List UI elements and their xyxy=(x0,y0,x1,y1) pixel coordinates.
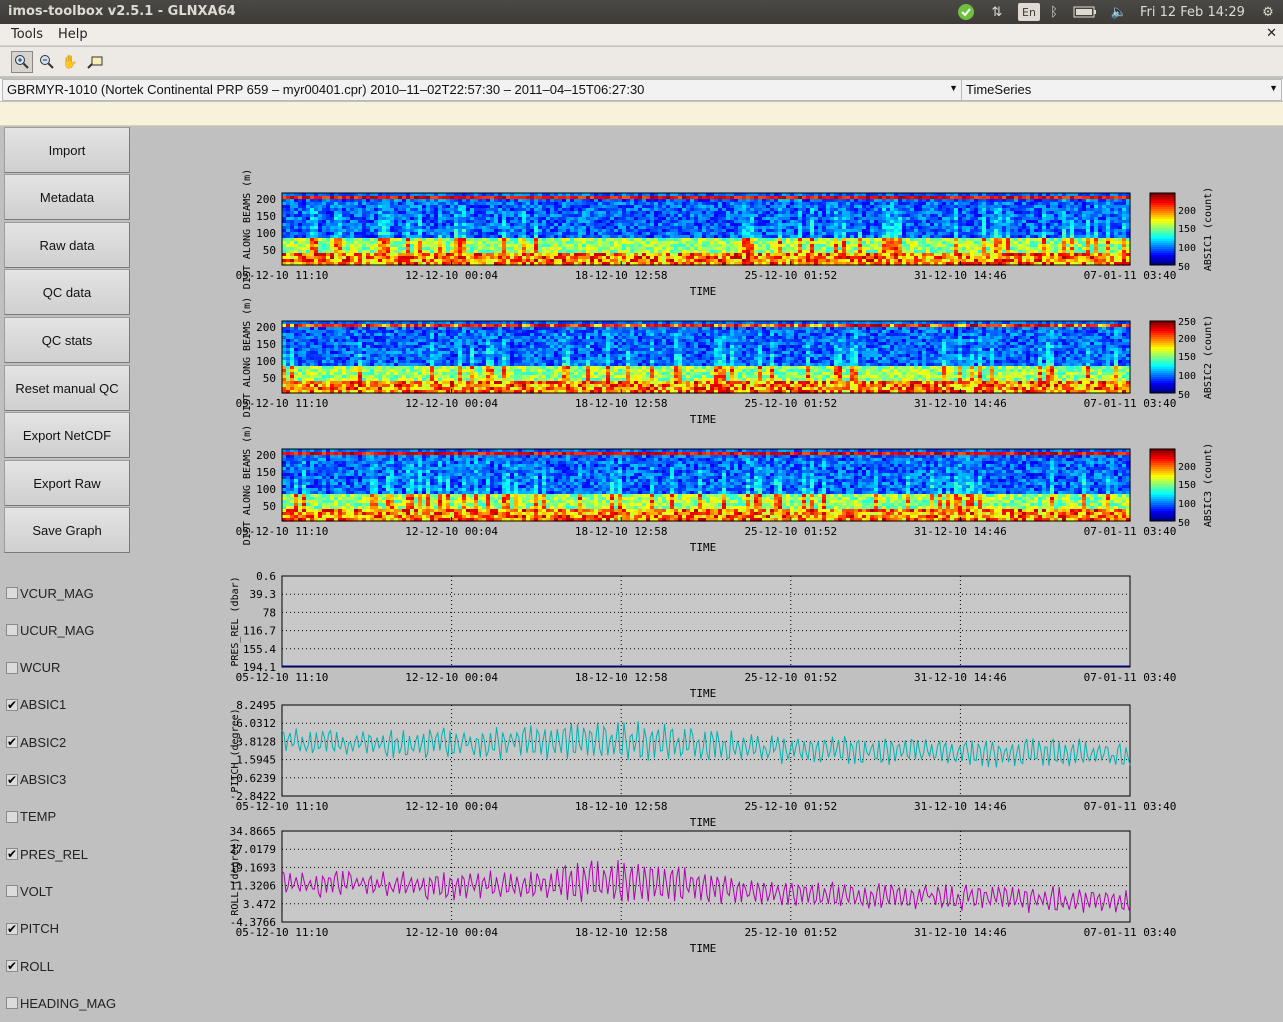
close-icon[interactable]: ✕ xyxy=(1266,26,1277,41)
zoom-in-icon[interactable] xyxy=(11,51,33,73)
update-ok-icon[interactable] xyxy=(955,3,977,21)
dataset-select-value: GBRMYR-1010 (Nortek Continental PRP 659 … xyxy=(7,82,645,97)
title-bar: imos-toolbox v2.5.1 - GLNXA64 ⇅ En ᛒ 🔈 F… xyxy=(0,0,1283,24)
mode-select[interactable]: TimeSeries ▼ xyxy=(961,79,1282,101)
keyboard-language-indicator[interactable]: En xyxy=(1018,3,1040,21)
window-title: imos-toolbox v2.5.1 - GLNXA64 xyxy=(8,4,236,19)
volume-icon[interactable]: 🔈 xyxy=(1108,3,1130,21)
chevron-down-icon: ▼ xyxy=(1269,83,1278,93)
bluetooth-icon[interactable]: ᛒ xyxy=(1046,3,1062,21)
menu-help[interactable]: Help xyxy=(58,27,88,42)
dataset-select[interactable]: GBRMYR-1010 (Nortek Continental PRP 659 … xyxy=(2,79,962,101)
clock[interactable]: Fri 12 Feb 14:29 xyxy=(1140,3,1250,21)
main-panel: Import Metadata Raw data QC data QC stat… xyxy=(0,126,1283,1022)
plots-canvas[interactable]: 2001501005005-12-10 11:10 12-12-10 00:04 1… xyxy=(0,126,1283,1022)
pan-hand-icon[interactable]: ✋ xyxy=(59,51,81,73)
zoom-out-icon[interactable] xyxy=(36,51,58,73)
tool-bar: ✋ xyxy=(0,47,1283,77)
mode-select-value: TimeSeries xyxy=(966,82,1032,97)
network-arrows-icon[interactable]: ⇅ xyxy=(987,3,1007,21)
status-bar xyxy=(0,102,1283,126)
menu-bar: Tools Help ✕ xyxy=(0,24,1283,46)
battery-icon[interactable] xyxy=(1072,3,1098,21)
selector-row: GBRMYR-1010 (Nortek Continental PRP 659 … xyxy=(0,79,1283,101)
power-gear-icon[interactable]: ⚙ xyxy=(1258,3,1278,21)
menu-tools[interactable]: Tools xyxy=(11,27,43,42)
data-cursor-icon[interactable] xyxy=(84,51,106,73)
chevron-down-icon: ▼ xyxy=(949,83,958,93)
